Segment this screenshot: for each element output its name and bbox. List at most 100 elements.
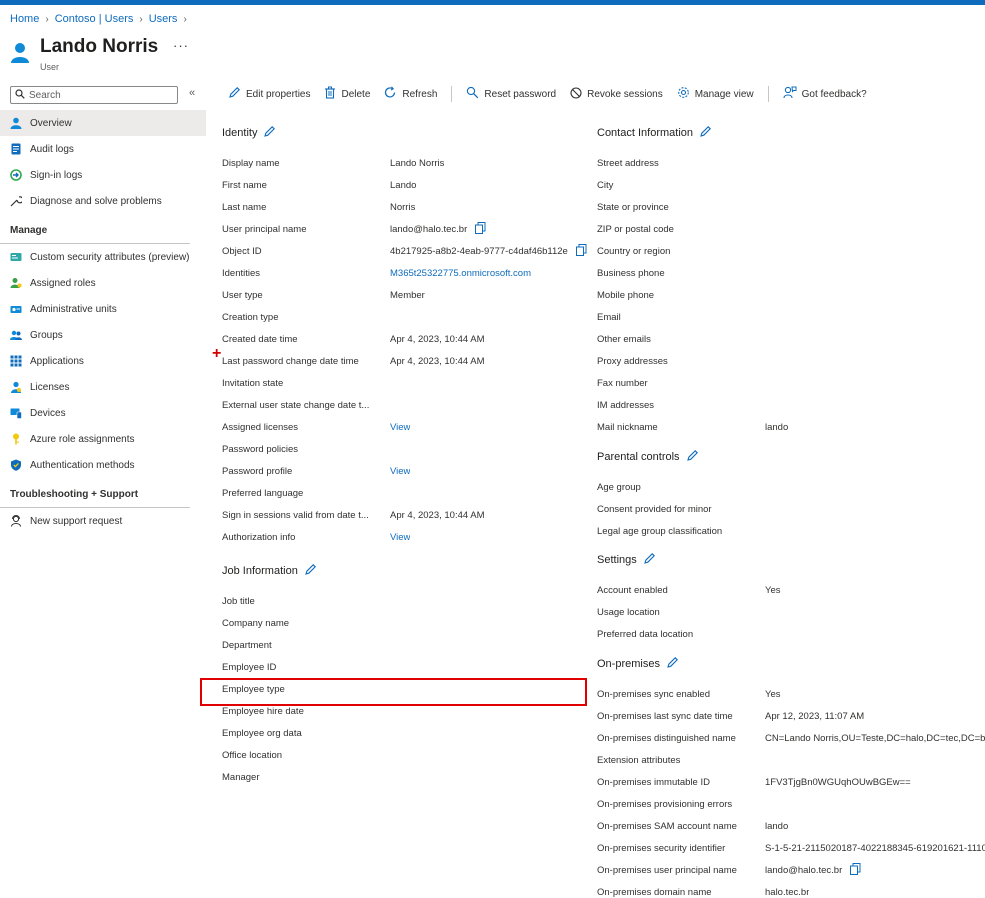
identity-row: Created date time Apr 4, 2023, 10:44 AM [222, 328, 592, 350]
field-label: State or province [597, 201, 669, 213]
sidebar-section-support: Troubleshooting + Support [0, 478, 190, 508]
sidebar-item-diagnose[interactable]: Diagnose and solve problems [0, 188, 206, 214]
audit-log-icon [10, 143, 22, 155]
contact-row: State or province [597, 196, 985, 218]
field-label: Email [597, 311, 621, 323]
wrench-icon [10, 195, 22, 207]
administrative-units-icon [10, 303, 22, 315]
sidebar-item-administrative-units[interactable]: Administrative units [0, 296, 206, 322]
sidebar-item-overview[interactable]: Overview [0, 110, 206, 136]
field-label: Account enabled [597, 584, 668, 596]
delete-button[interactable]: Delete [324, 86, 370, 102]
password-profile-view-link[interactable]: View [390, 466, 410, 477]
contact-row: Fax number [597, 372, 985, 394]
block-icon [570, 86, 582, 102]
sidebar-item-authentication-methods[interactable]: Authentication methods [0, 452, 206, 478]
revoke-sessions-button[interactable]: Revoke sessions [570, 86, 663, 102]
field-label: ZIP or postal code [597, 223, 674, 235]
refresh-button[interactable]: Refresh [384, 86, 437, 102]
edit-properties-button[interactable]: Edit properties [228, 86, 310, 102]
onprem-row: On-premises last sync date time Apr 12, 2… [597, 705, 985, 727]
sidebar-item-label: Assigned roles [30, 277, 96, 289]
reset-password-label: Reset password [484, 88, 557, 100]
parental-controls-section: Parental controls Age group Consent prov… [597, 447, 985, 542]
contact-row: City [597, 174, 985, 196]
identity-title: Identity [222, 127, 258, 139]
field-label: On-premises provisioning errors [597, 798, 733, 810]
edit-contact-pencil-icon[interactable] [699, 125, 712, 141]
sidebar-item-sign-in-logs[interactable]: Sign-in logs [0, 162, 206, 188]
toolbar-divider [451, 86, 453, 102]
field-value: lando@halo.tec.br [390, 221, 486, 237]
job-information-header: Job Information [222, 561, 582, 581]
contact-information-header: Contact Information [597, 123, 985, 143]
breadcrumb-contoso-users[interactable]: Contoso | Users [55, 13, 134, 25]
search-box[interactable] [10, 86, 178, 104]
copy-icon[interactable] [475, 221, 486, 237]
on-premises-title: On-premises [597, 658, 660, 670]
assigned-licenses-view-link[interactable]: View [390, 422, 410, 433]
edit-onprem-pencil-icon[interactable] [666, 656, 679, 672]
field-label: On-premises immutable ID [597, 776, 710, 788]
sidebar-item-assigned-roles[interactable]: Assigned roles [0, 270, 206, 296]
user-avatar-icon [10, 42, 30, 67]
contact-row: Country or region [597, 240, 985, 262]
contact-information-section: Contact Information Street address City … [597, 123, 985, 438]
field-value: Yes [765, 688, 781, 700]
collapse-sidebar-icon[interactable]: « [189, 87, 195, 99]
edit-identity-pencil-icon[interactable] [263, 125, 276, 141]
identity-row: User principal name lando@halo.tec.br [222, 218, 592, 240]
groups-icon [10, 329, 22, 341]
got-feedback-button[interactable]: Got feedback? [783, 86, 867, 102]
field-label: Fax number [597, 377, 648, 389]
gear-icon [677, 86, 690, 102]
identities-link[interactable]: M365t25322775.onmicrosoft.com [390, 268, 531, 279]
search-input[interactable] [29, 89, 169, 101]
sidebar-item-azure-role-assignments[interactable]: Azure role assignments [0, 426, 206, 452]
field-label: Password policies [222, 443, 299, 455]
manage-view-button[interactable]: Manage view [677, 86, 754, 102]
sidebar-item-audit-logs[interactable]: Audit logs [0, 136, 206, 162]
settings-header: Settings [597, 550, 985, 570]
sidebar-item-label: Licenses [30, 381, 70, 393]
job-row: Employee org data [222, 722, 582, 744]
sidebar-item-groups[interactable]: Groups [0, 322, 206, 348]
field-label: Display name [222, 157, 280, 169]
shield-icon [10, 459, 22, 471]
more-options-icon[interactable]: ··· [173, 38, 189, 53]
reset-password-button[interactable]: Reset password [466, 86, 556, 102]
contact-row: Business phone [597, 262, 985, 284]
field-label: Identities [222, 267, 261, 279]
sidebar-item-custom-security-attributes[interactable]: Custom security attributes (preview) [0, 244, 206, 270]
copy-icon[interactable] [850, 862, 861, 878]
edit-parental-pencil-icon[interactable] [686, 449, 699, 465]
breadcrumb-home[interactable]: Home [10, 13, 39, 25]
onprem-row: On-premises provisioning errors [597, 793, 985, 815]
command-bar: Edit properties Delete Refresh Reset pas… [228, 84, 881, 104]
field-value: Apr 12, 2023, 11:07 AM [765, 710, 865, 722]
contact-row: Other emails [597, 328, 985, 350]
field-label: Mail nickname [597, 421, 658, 433]
sidebar-item-label: New support request [30, 515, 123, 527]
edit-job-pencil-icon[interactable] [304, 563, 317, 579]
breadcrumb-users[interactable]: Users [149, 13, 178, 25]
on-premises-header: On-premises [597, 654, 985, 674]
edit-settings-pencil-icon[interactable] [643, 552, 656, 568]
field-label: Legal age group classification [597, 525, 723, 537]
field-value: Norris [390, 201, 416, 213]
field-label: Business phone [597, 267, 665, 279]
field-label: On-premises security identifier [597, 842, 726, 854]
field-label: On-premises SAM account name [597, 820, 737, 832]
authorization-info-view-link[interactable]: View [390, 532, 410, 543]
contact-row: Email [597, 306, 985, 328]
sidebar-item-applications[interactable]: Applications [0, 348, 206, 374]
parental-controls-title: Parental controls [597, 451, 680, 463]
field-value: halo.tec.br [765, 886, 810, 898]
identity-row: Preferred language [222, 482, 592, 504]
field-label: Age group [597, 481, 641, 493]
sidebar-item-new-support-request[interactable]: New support request [0, 508, 206, 534]
copy-icon[interactable] [575, 243, 587, 259]
sidebar-item-devices[interactable]: Devices [0, 400, 206, 426]
identity-row: Authorization info View [222, 526, 592, 548]
sidebar-item-licenses[interactable]: Licenses [0, 374, 206, 400]
